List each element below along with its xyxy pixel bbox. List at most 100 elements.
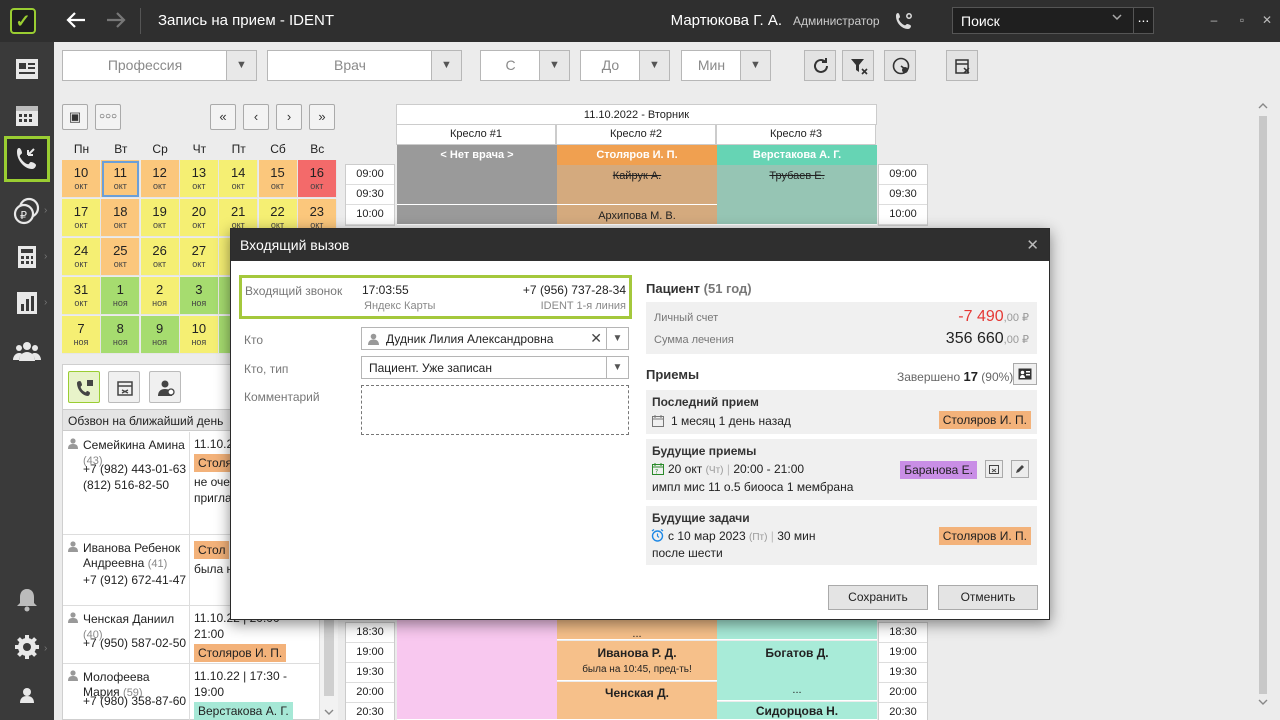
search-input[interactable]: Поиск [952, 7, 1134, 34]
calendar-day[interactable]: 27 окт [179, 238, 219, 276]
time-slot: 19:30 [879, 663, 927, 683]
sidebar-item-profile[interactable] [4, 672, 50, 718]
calendar-day[interactable]: 9 ноя [140, 316, 180, 354]
calendar-day[interactable]: 13 окт [179, 160, 219, 198]
calendar-today-button[interactable]: ▣ [62, 104, 88, 130]
calendar-more-button[interactable]: ○○○ [95, 104, 121, 130]
calendar-day[interactable]: 2 ноя [140, 277, 180, 315]
clear-icon[interactable]: ✕ [590, 330, 602, 347]
minimize-icon[interactable]: – [1206, 12, 1222, 28]
patient-phone: +7 (912) 672-41-47 [83, 573, 187, 587]
calendar-day[interactable]: 11 окт [101, 160, 141, 198]
calendar-clear-button[interactable] [946, 50, 978, 81]
empty-slot[interactable] [397, 620, 557, 720]
tab-schedule[interactable] [108, 371, 140, 403]
back-arrow-icon[interactable] [64, 9, 88, 33]
calendar-day[interactable]: 1 ноя [101, 277, 141, 315]
sidebar-item-calls[interactable] [4, 136, 50, 182]
appointment-slot[interactable]: Трубаев Е. [717, 165, 877, 225]
chair-doctor[interactable]: Столяров И. П. [557, 145, 717, 165]
time-column-right-bottom: 18:30 19:00 19:30 20:00 20:30 [878, 622, 928, 720]
comment-textarea[interactable] [361, 385, 629, 435]
sidebar-item-calendar[interactable] [4, 92, 50, 138]
doctor-select[interactable]: Врач ▼ [267, 50, 462, 81]
calendar-day[interactable]: 26 окт [140, 238, 180, 276]
empty-slot[interactable] [397, 165, 557, 205]
prev-month-button[interactable]: « [210, 104, 236, 130]
sidebar-item-notifications[interactable] [4, 576, 50, 622]
clear-filter-button[interactable] [842, 50, 874, 81]
calendar-day[interactable]: 18 окт [101, 199, 141, 237]
tab-calls[interactable] [68, 371, 100, 403]
patient-card-button[interactable] [1013, 363, 1037, 385]
tab-patients[interactable] [149, 371, 181, 403]
search-dropdown-icon[interactable] [1111, 11, 1123, 26]
calendar-day[interactable]: 17 окт [62, 199, 101, 237]
close-icon[interactable]: ✕ [1026, 236, 1039, 254]
chair-doctor[interactable]: Верстакова А. Г. [717, 145, 877, 165]
chevron-down-icon[interactable]: ▼ [606, 357, 628, 378]
chevron-down-icon[interactable]: ▼ [606, 328, 628, 349]
next-month-button[interactable]: » [309, 104, 335, 130]
calendar-day[interactable]: 3 ноя [179, 277, 219, 315]
close-window-icon[interactable]: ✕ [1259, 12, 1275, 28]
schedule-scrollbar[interactable] [1257, 102, 1269, 706]
time-to-select[interactable]: До ▼ [580, 50, 670, 81]
forward-arrow-icon[interactable] [104, 9, 128, 33]
who-type-select[interactable]: Пациент. Уже записан ▼ [361, 356, 629, 379]
list-item[interactable]: Молофеева Мария (59) +7 (980) 358-87-60 11… [63, 664, 319, 720]
calendar-month: окт [113, 220, 127, 230]
task-duration: 30 мин [777, 529, 816, 543]
profession-select[interactable]: Профессия ▼ [62, 50, 257, 81]
appointment-slot[interactable]: Сидорцова Н. [717, 702, 877, 720]
calendar-month: ноя [73, 337, 89, 347]
calendar-day-number: 9 [155, 321, 164, 336]
calendar-day[interactable]: 24 окт [62, 238, 101, 276]
chair-header: Кресло #1 [396, 125, 556, 145]
calendar-day[interactable]: 7 ноя [62, 316, 101, 354]
chevron-down-icon[interactable]: ▼ [539, 51, 569, 80]
refresh-button[interactable] [804, 50, 836, 81]
reschedule-button[interactable] [985, 460, 1003, 478]
maximize-icon[interactable]: ▫ [1234, 12, 1250, 28]
chevron-down-icon[interactable]: ▼ [740, 51, 770, 80]
appointment-slot[interactable]: Богатов Д. ... [717, 641, 877, 701]
cancel-button[interactable]: Отменить [938, 585, 1038, 610]
sidebar-item-news[interactable] [4, 46, 50, 92]
chevron-down-icon[interactable]: ▼ [226, 51, 256, 80]
appointment-slot[interactable]: ... [557, 620, 717, 640]
time-from-select[interactable]: С ▼ [480, 50, 570, 81]
duration-select[interactable]: Мин ▼ [681, 50, 771, 81]
chair-doctor[interactable]: < Нет врача > [397, 145, 557, 165]
calendar-day[interactable]: 14 окт [219, 160, 259, 198]
appointment-slot[interactable]: Ченская Д. [557, 682, 717, 720]
calendar-day[interactable]: 31 окт [62, 277, 101, 315]
chevron-down-icon[interactable]: ▼ [639, 51, 669, 80]
sidebar-item-staff[interactable] [4, 328, 50, 374]
calendar-day[interactable]: 10 окт [62, 160, 101, 198]
appointment-slot[interactable]: Кайрук А. [557, 165, 717, 205]
empty-slot[interactable] [397, 205, 557, 225]
phone-settings-icon[interactable] [894, 11, 916, 31]
calendar-day[interactable]: 25 окт [101, 238, 141, 276]
edit-visit-button[interactable] [1011, 460, 1029, 478]
calendar-day[interactable]: 10 ноя [179, 316, 219, 354]
calendar-day[interactable]: 12 окт [140, 160, 180, 198]
calendar-day[interactable]: 15 окт [258, 160, 298, 198]
appointment-slot[interactable]: Иванова Р. Д. была на 10:45, пред-ть! [557, 641, 717, 681]
chevron-down-icon[interactable]: ▼ [431, 51, 461, 80]
time-settings-button[interactable] [884, 50, 916, 81]
user-name[interactable]: Мартюкова Г. А. [671, 12, 782, 29]
appointment-slot[interactable] [717, 620, 877, 640]
save-button[interactable]: Сохранить [828, 585, 928, 610]
who-select[interactable]: Дудник Лилия Александровна ✕ ▼ [361, 327, 629, 350]
calendar-day[interactable]: 19 окт [140, 199, 180, 237]
prev-week-button[interactable]: ‹ [243, 104, 269, 130]
calendar-day[interactable]: 20 окт [179, 199, 219, 237]
calendar-day[interactable]: 16 окт [297, 160, 337, 198]
app-logo-icon[interactable]: ✓ [10, 8, 36, 34]
search-more-button[interactable]: ... [1134, 7, 1154, 34]
next-week-button[interactable]: › [276, 104, 302, 130]
appointment-slot[interactable]: Архипова М. В. [557, 205, 717, 225]
calendar-day[interactable]: 8 ноя [101, 316, 141, 354]
